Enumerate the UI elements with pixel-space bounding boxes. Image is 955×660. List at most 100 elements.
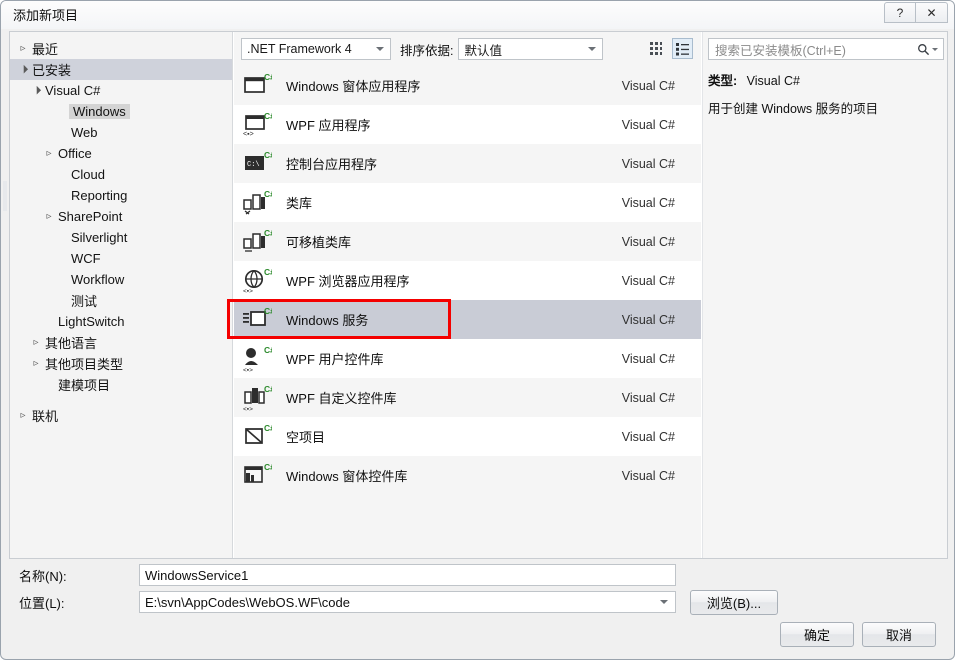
sidebar-item--[interactable]: 最近 [10, 38, 232, 59]
framework-version-value: .NET Framework 4 [247, 42, 352, 56]
framework-version-dropdown[interactable]: .NET Framework 4 [241, 38, 391, 60]
search-templates-box[interactable]: 搜索已安装模板(Ctrl+E) [708, 38, 944, 60]
template-name: 类库 [286, 196, 313, 211]
template-language: Visual C# [621, 117, 675, 132]
search-icon[interactable] [917, 43, 943, 56]
template-name: Windows 服务 [286, 313, 369, 328]
svg-text:C:\: C:\ [247, 161, 260, 169]
details-pane: 搜索已安装模板(Ctrl+E) 类型: Visual C# 用于创建 Windo… [702, 32, 947, 558]
template-row[interactable]: C# 可移植类库 Visual C# [234, 222, 701, 261]
chevron-right-icon[interactable] [29, 338, 43, 348]
sidebar-item-label: Office [58, 146, 92, 161]
template-row[interactable]: C# 类库 Visual C# [234, 183, 701, 222]
project-location-value: E:\svn\AppCodes\WebOS.WF\code [145, 594, 350, 610]
project-name-input[interactable]: WindowsService1 [139, 564, 676, 586]
sidebar-item-label: 已安装 [32, 63, 72, 78]
template-name: WPF 用户控件库 [286, 352, 384, 367]
sidebar-item-sharepoint[interactable]: SharePoint [10, 206, 232, 227]
svg-text:C#: C# [264, 111, 272, 121]
template-language: Visual C# [621, 468, 675, 483]
sidebar-item-windows[interactable]: Windows [10, 101, 232, 122]
template-type-value: Visual C# [746, 74, 800, 88]
sidebar-item-lightswitch[interactable]: LightSwitch [10, 311, 232, 332]
chevron-right-icon[interactable] [29, 359, 43, 369]
template-type-label: 类型: [708, 74, 738, 88]
browse-button[interactable]: 浏览(B)... [690, 590, 778, 615]
template-row[interactable]: C# Windows 窗体应用程序 Visual C# [234, 66, 701, 105]
chevron-right-icon[interactable] [16, 44, 30, 54]
sidebar-item-label: Cloud [71, 167, 105, 182]
template-language: Visual C# [621, 351, 675, 366]
template-type-line: 类型: Visual C# [708, 70, 944, 89]
sidebar-item-silverlight[interactable]: Silverlight [10, 227, 232, 248]
sidebar-item-label: Visual C# [45, 83, 101, 98]
portable-class-lib-icon: C# [234, 222, 280, 261]
sidebar-item-web[interactable]: Web [10, 122, 232, 143]
sidebar-item--[interactable]: 其他语言 [10, 332, 232, 353]
sidebar-item-office[interactable]: Office [10, 143, 232, 164]
sidebar-item-reporting[interactable]: Reporting [10, 185, 232, 206]
sidebar-item--[interactable]: 联机 [10, 405, 232, 426]
svg-text:C#: C# [264, 189, 272, 199]
chevron-down-icon [660, 600, 668, 604]
wpf-app-icon: <▪> C# [234, 105, 280, 144]
sidebar-item--[interactable]: 其他项目类型 [10, 353, 232, 374]
sidebar-item--[interactable]: 建模项目 [10, 374, 232, 395]
template-name: 可移植类库 [286, 235, 352, 250]
project-location-input[interactable]: E:\svn\AppCodes\WebOS.WF\code [139, 591, 676, 613]
title-bar: 添加新项目 ? ✕ [1, 1, 954, 29]
sidebar-item-label: 最近 [32, 42, 59, 57]
template-list[interactable]: C# Windows 窗体应用程序 Visual C# <▪> C# WPF 应用… [234, 66, 701, 558]
chevron-right-icon[interactable] [42, 212, 56, 222]
template-row[interactable]: <▪> C# WPF 用户控件库 Visual C# [234, 339, 701, 378]
sidebar-item--[interactable]: 测试 [10, 290, 232, 311]
chevron-down-icon[interactable] [29, 87, 43, 95]
details-view-button[interactable] [672, 38, 693, 59]
svg-text:C#: C# [264, 72, 272, 82]
dialog-body: 最近已安装 Visual C# Windows Web Office Cloud Repor… [9, 31, 948, 559]
location-field-row: 位置(L): E:\svn\AppCodes\WebOS.WF\code [9, 591, 948, 613]
chevron-down-icon[interactable] [16, 66, 30, 74]
search-input[interactable]: 搜索已安装模板(Ctrl+E) [709, 40, 917, 59]
sidebar-item-cloud[interactable]: Cloud [10, 164, 232, 185]
sidebar-item-label: 建模项目 [58, 378, 111, 393]
sidebar-item-wcf[interactable]: WCF [10, 248, 232, 269]
template-language: Visual C# [621, 195, 675, 210]
medium-icons-view-button[interactable] [646, 38, 667, 59]
close-icon: ✕ [926, 5, 937, 20]
svg-text:<▪>: <▪> [243, 288, 253, 295]
sidebar-item-workflow[interactable]: Workflow [10, 269, 232, 290]
sidebar-item-label: 其他项目类型 [45, 357, 124, 372]
sidebar-item--[interactable]: 已安装 [10, 59, 232, 80]
template-name: Windows 窗体控件库 [286, 469, 408, 484]
chevron-right-icon[interactable] [42, 149, 56, 159]
name-field-row: 名称(N): WindowsService1 [9, 564, 948, 586]
template-row[interactable]: C# 空项目 Visual C# [234, 417, 701, 456]
chevron-right-icon[interactable] [16, 411, 30, 421]
sidebar-item-label: 联机 [32, 409, 59, 424]
template-row[interactable]: C# Windows 服务 Visual C# [234, 300, 701, 339]
cancel-button[interactable]: 取消 [862, 622, 936, 647]
details-view-icon [676, 43, 689, 56]
template-language: Visual C# [621, 390, 675, 405]
help-button[interactable]: ? [884, 2, 916, 23]
sidebar-item-label: SharePoint [58, 209, 123, 224]
ok-button[interactable]: 确定 [780, 622, 854, 647]
medium-icons-view-icon [650, 42, 662, 55]
template-name: WPF 应用程序 [286, 118, 371, 133]
template-row[interactable]: C:\ C# 控制台应用程序 Visual C# [234, 144, 701, 183]
sidebar-item-visual-c#[interactable]: Visual C# [10, 80, 232, 101]
close-button[interactable]: ✕ [916, 2, 948, 23]
template-row[interactable]: <▪> C# WPF 自定义控件库 Visual C# [234, 378, 701, 417]
template-language: Visual C# [621, 273, 675, 288]
template-language: Visual C# [621, 429, 675, 444]
template-row[interactable]: <▪> C# WPF 应用程序 Visual C# [234, 105, 701, 144]
sort-by-dropdown[interactable]: 默认值 [458, 38, 604, 60]
svg-text:C#: C# [264, 423, 272, 433]
template-name: 控制台应用程序 [286, 157, 378, 172]
pane-splitter-grip[interactable] [3, 181, 7, 211]
windows-forms-app-icon: C# [234, 66, 280, 105]
template-row[interactable]: <▪> C# WPF 浏览器应用程序 Visual C# [234, 261, 701, 300]
template-row[interactable]: C# Windows 窗体控件库 Visual C# [234, 456, 701, 495]
template-categories-tree[interactable]: 最近已安装 Visual C# Windows Web Office Cloud Repor… [10, 32, 233, 558]
